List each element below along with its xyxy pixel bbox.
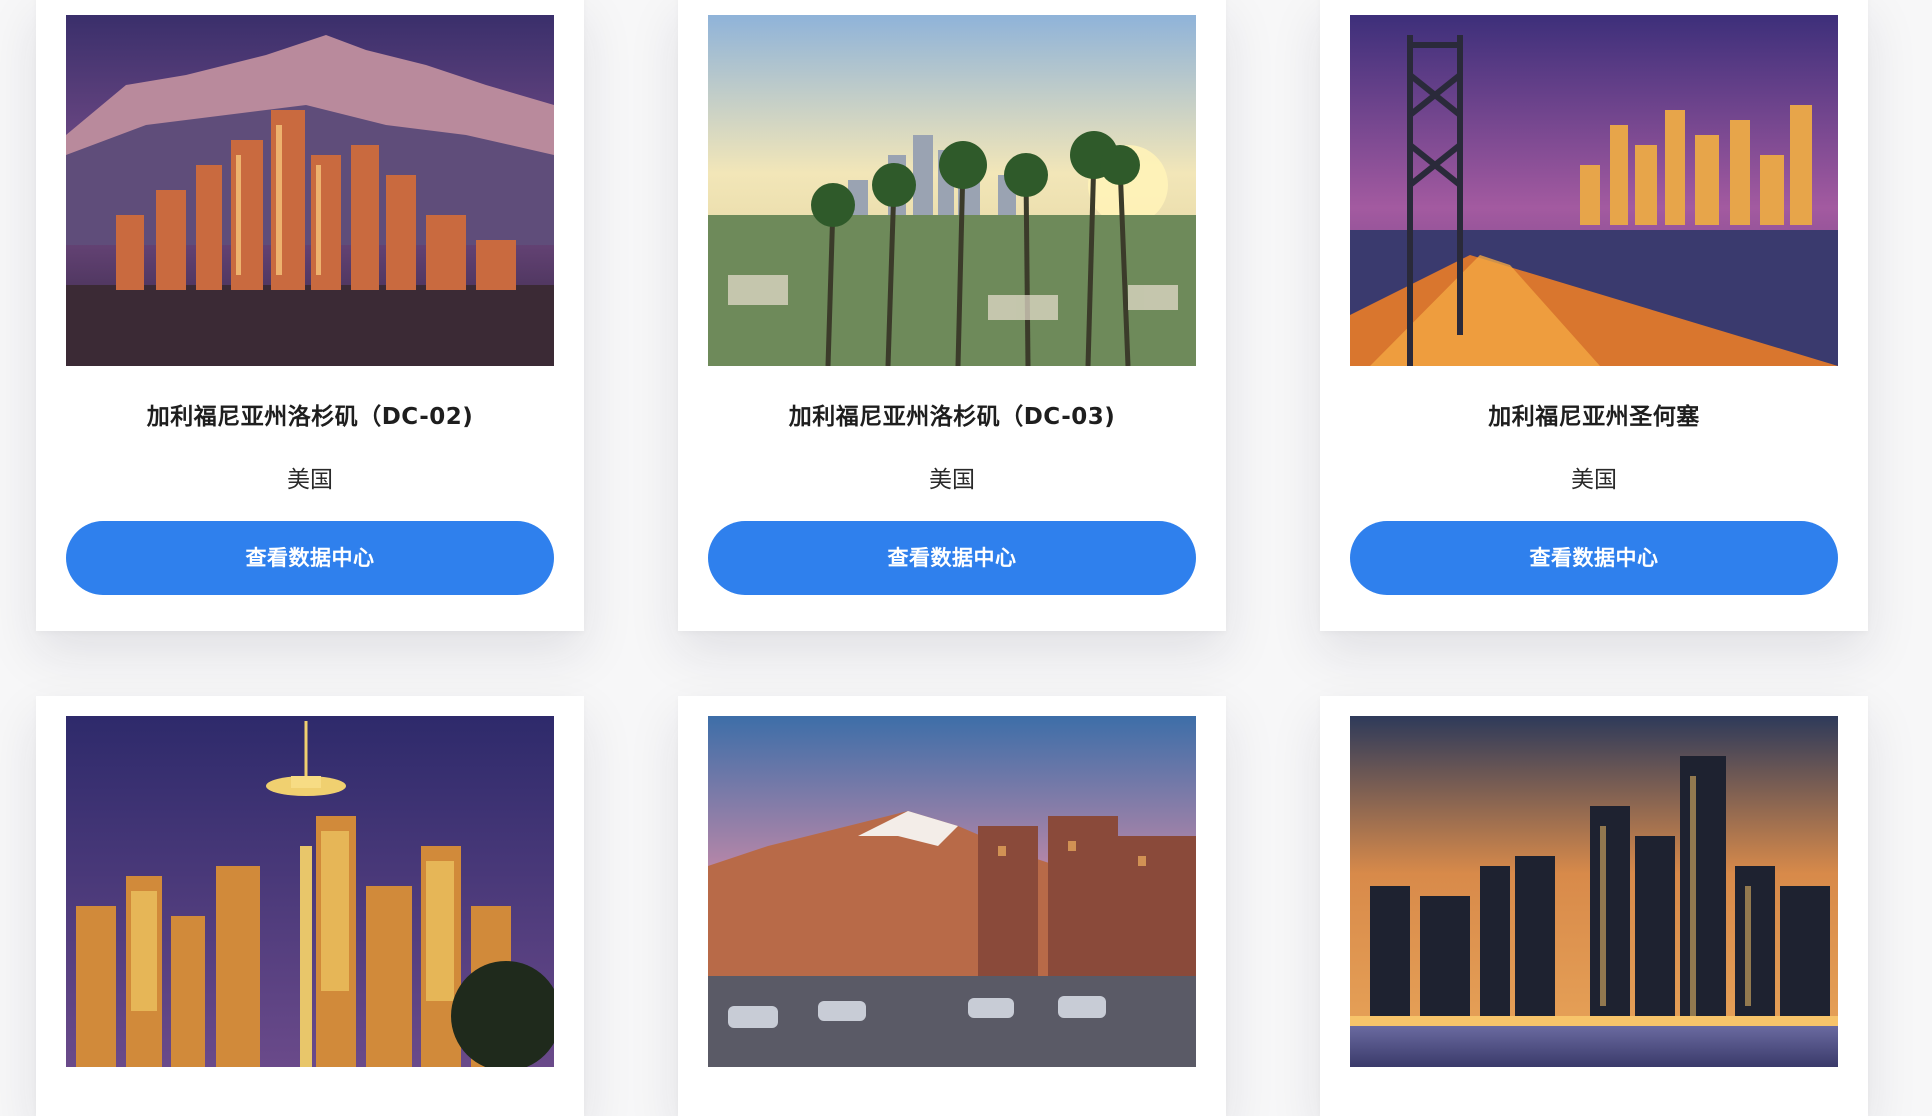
datacenter-title: 加利福尼亚州圣何塞: [1488, 404, 1700, 430]
city-photo[interactable]: [708, 15, 1196, 366]
datacenter-title: 加利福尼亚州洛杉矶（DC-02): [146, 404, 474, 430]
city-photo[interactable]: [708, 716, 1196, 1067]
view-datacenter-button[interactable]: 查看数据中心: [708, 521, 1196, 595]
city-photo[interactable]: [1350, 716, 1838, 1067]
view-datacenter-button[interactable]: 查看数据中心: [66, 521, 554, 595]
datacenter-card: 加利福尼亚州洛杉矶（DC-02) 美国 查看数据中心: [36, 0, 584, 631]
city-photo[interactable]: [66, 15, 554, 366]
datacenter-card: 加利福尼亚州洛杉矶（DC-03) 美国 查看数据中心: [678, 0, 1226, 631]
datacenter-card: [1320, 696, 1868, 1116]
datacenter-country: 美国: [929, 467, 975, 493]
city-photo[interactable]: [66, 716, 554, 1067]
datacenter-grid: 加利福尼亚州洛杉矶（DC-02) 美国 查看数据中心 加利福尼亚州洛杉矶（DC-…: [0, 0, 1932, 1116]
datacenter-card: [36, 696, 584, 1116]
datacenter-country: 美国: [1571, 467, 1617, 493]
datacenter-country: 美国: [287, 467, 333, 493]
city-photo[interactable]: [1350, 15, 1838, 366]
datacenter-title: 加利福尼亚州洛杉矶（DC-03): [788, 404, 1116, 430]
datacenter-card: [678, 696, 1226, 1116]
datacenter-card: 加利福尼亚州圣何塞 美国 查看数据中心: [1320, 0, 1868, 631]
view-datacenter-button[interactable]: 查看数据中心: [1350, 521, 1838, 595]
